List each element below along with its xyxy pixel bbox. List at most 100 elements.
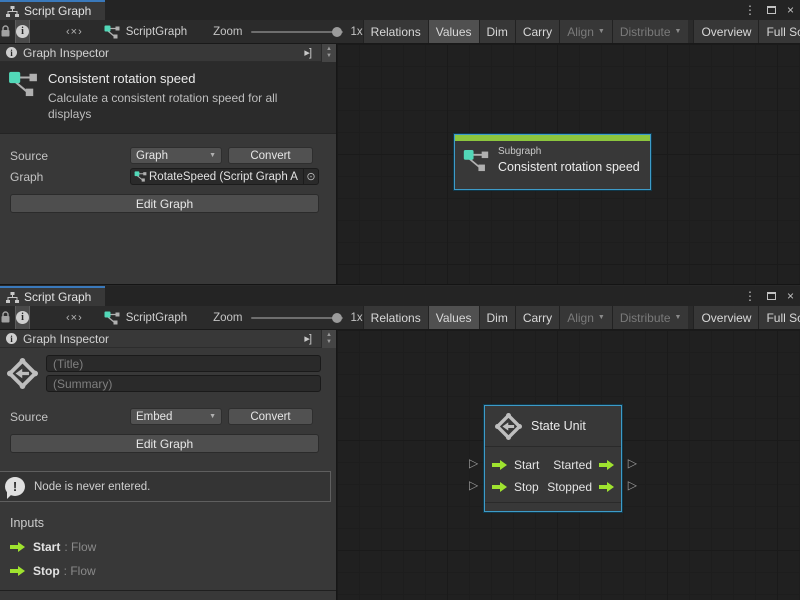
dim-button[interactable]: Dim [479, 306, 515, 329]
zoom-slider[interactable] [251, 31, 343, 33]
input-port-item: Stop : Flow [10, 564, 336, 578]
zoom-slider-handle[interactable] [332, 27, 342, 37]
zoom-slider[interactable] [251, 317, 343, 319]
relations-button[interactable]: Relations [363, 20, 428, 43]
code-preview-button[interactable]: ‹×› [66, 306, 83, 329]
flow-arrow-icon [10, 566, 25, 576]
menu-icon[interactable]: ⋮ [744, 4, 756, 16]
graph-name-label: ScriptGraph [126, 26, 187, 38]
tab-bar: Script Graph ⋮ × [0, 286, 800, 306]
zoom-control: Zoom 1x [213, 20, 363, 43]
script-graph-icon [134, 171, 147, 182]
zoom-slider-handle[interactable] [332, 313, 342, 323]
source-value: Embed [136, 411, 172, 423]
overview-button[interactable]: Overview [693, 20, 758, 43]
info-icon: i [6, 333, 17, 344]
code-preview-button[interactable]: ‹×› [66, 20, 83, 43]
align-dropdown[interactable]: Align▼ [559, 306, 612, 329]
scroll-up-icon[interactable]: ▲ [326, 332, 332, 339]
scrollbar-arrows[interactable]: ▲▼ [321, 44, 336, 62]
convert-button[interactable]: Convert [228, 147, 313, 164]
port-triangle-icon[interactable]: ▷ [469, 457, 478, 469]
values-button[interactable]: Values [428, 306, 479, 329]
input-port-label[interactable]: Start [514, 458, 539, 472]
source-row: Source Graph ▼ Convert [10, 147, 319, 164]
maximize-icon[interactable] [767, 6, 776, 14]
port-triangle-icon[interactable]: ▷ [469, 479, 478, 491]
title-input[interactable] [46, 355, 321, 372]
full-screen-button[interactable]: Full Screen [758, 306, 800, 329]
inspector-toggle-button[interactable]: i [15, 20, 30, 43]
window-controls: ⋮ × [744, 286, 794, 306]
graph-title-block [0, 348, 336, 396]
code-icon: ‹×› [66, 26, 83, 38]
inputs-header: Inputs [10, 516, 336, 530]
graph-canvas[interactable]: Subgraph Consistent rotation speed [337, 44, 800, 284]
lock-button[interactable] [0, 306, 11, 329]
flow-arrow-icon [599, 460, 614, 470]
edit-graph-button[interactable]: Edit Graph [10, 434, 319, 453]
lock-button[interactable] [0, 20, 11, 43]
menu-icon[interactable]: ⋮ [744, 290, 756, 302]
scroll-up-icon[interactable]: ▲ [326, 46, 332, 53]
tab-script-graph[interactable]: Script Graph [0, 0, 105, 20]
dock-icon[interactable]: ▸] [304, 46, 311, 59]
scroll-down-icon[interactable]: ▼ [326, 53, 332, 60]
warning-box: ! Node is never entered. [0, 471, 331, 502]
values-button[interactable]: Values [428, 20, 479, 43]
scrollbar-arrows[interactable]: ▲▼ [321, 330, 336, 348]
port-triangle-icon[interactable]: ▷ [628, 457, 637, 469]
source-dropdown[interactable]: Embed ▼ [130, 408, 222, 425]
full-screen-button[interactable]: Full Screen [758, 20, 800, 43]
graph-toolbar: i ‹×› ScriptGraph Zoom 1x Relations Valu… [0, 306, 800, 330]
graph-breadcrumb[interactable]: ScriptGraph [95, 20, 187, 43]
source-label: Source [10, 410, 130, 424]
graph-row: Graph RotateSpeed (Script Graph A ⊙ [10, 168, 319, 185]
output-port-label[interactable]: Stopped [547, 480, 592, 494]
state-node-header: State Unit [485, 406, 621, 447]
align-label: Align [567, 25, 594, 39]
script-graph-panel-top: Script Graph ⋮ × i ‹×› ScriptGraph [0, 0, 800, 285]
close-icon[interactable]: × [787, 4, 794, 16]
align-label: Align [567, 311, 594, 325]
output-port-label[interactable]: Started [553, 458, 592, 472]
overview-button[interactable]: Overview [693, 306, 758, 329]
input-port-label[interactable]: Stop [514, 480, 539, 494]
dock-icon[interactable]: ▸] [304, 332, 311, 345]
subgraph-node[interactable]: Subgraph Consistent rotation speed [454, 134, 651, 190]
graph-breadcrumb[interactable]: ScriptGraph [95, 306, 187, 329]
distribute-dropdown[interactable]: Distribute▼ [612, 306, 689, 329]
inspector-title: Graph Inspector [23, 46, 298, 60]
chevron-down-icon: ▼ [675, 314, 682, 321]
distribute-dropdown[interactable]: Distribute ▼ [612, 20, 689, 43]
info-icon: i [16, 25, 29, 38]
maximize-icon[interactable] [767, 292, 776, 300]
chevron-down-icon: ▼ [675, 28, 682, 35]
carry-button[interactable]: Carry [515, 20, 559, 43]
object-picker-icon[interactable]: ⊙ [303, 169, 318, 184]
align-dropdown[interactable]: Align▼ [559, 20, 612, 43]
inspector-toggle-button[interactable]: i [15, 306, 30, 329]
scroll-down-icon[interactable]: ▼ [326, 339, 332, 346]
graph-object-field[interactable]: RotateSpeed (Script Graph A ⊙ [130, 168, 319, 185]
info-icon: i [6, 47, 17, 58]
flow-arrow-icon [599, 482, 614, 492]
relations-button[interactable]: Relations [363, 306, 428, 329]
close-icon[interactable]: × [787, 290, 794, 302]
port-triangle-icon[interactable]: ▷ [628, 479, 637, 491]
flow-arrow-icon [10, 542, 25, 552]
summary-input[interactable] [46, 375, 321, 392]
subgraph-node-body: Subgraph Consistent rotation speed [455, 141, 650, 180]
dim-button[interactable]: Dim [479, 20, 515, 43]
tab-script-graph[interactable]: Script Graph [0, 286, 105, 306]
distribute-label: Distribute [620, 25, 671, 39]
carry-button[interactable]: Carry [515, 306, 559, 329]
source-dropdown[interactable]: Graph ▼ [130, 147, 222, 164]
port-row: Start Started [485, 454, 621, 476]
graph-title: Consistent rotation speed [48, 71, 298, 86]
edit-graph-button[interactable]: Edit Graph [10, 194, 319, 213]
state-unit-node[interactable]: ▷ ▷ ▷ ▷ State Unit Start Started [484, 405, 622, 512]
lock-icon [0, 311, 11, 324]
convert-button[interactable]: Convert [228, 408, 313, 425]
graph-canvas[interactable]: ▷ ▷ ▷ ▷ State Unit Start Started [337, 330, 800, 600]
